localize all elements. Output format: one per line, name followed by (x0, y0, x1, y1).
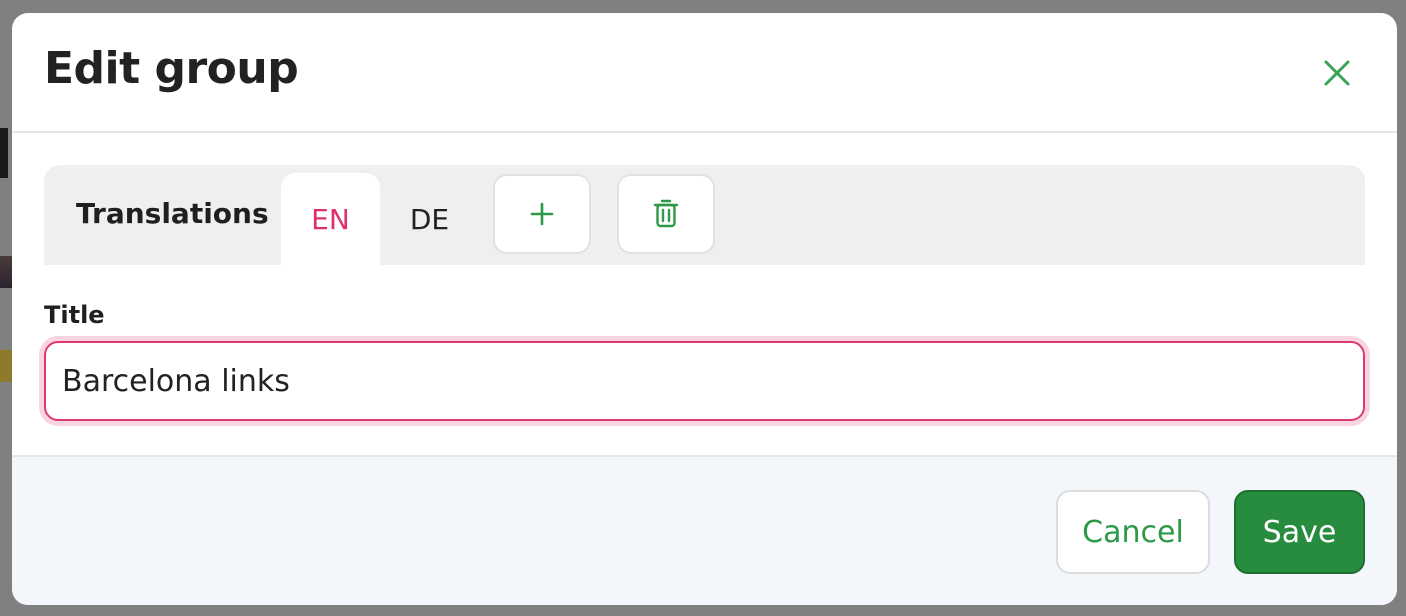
trash-icon (653, 199, 679, 228)
close-icon (1324, 60, 1350, 86)
title-input[interactable] (62, 363, 1363, 399)
dialog-footer: Cancel Save (12, 455, 1397, 605)
add-translation-button[interactable] (493, 174, 591, 254)
translations-tabbar: Translations EN DE (44, 165, 1365, 265)
edit-group-dialog: Edit group Translations EN DE Title Barc… (12, 13, 1397, 605)
tab-en[interactable]: EN (281, 173, 380, 265)
plus-icon (530, 202, 554, 226)
background-thumbnail (0, 256, 12, 288)
background-thumbnail (0, 350, 12, 382)
background-page-fragment (0, 128, 8, 178)
tab-de[interactable]: DE (380, 173, 479, 265)
save-button[interactable]: Save (1234, 490, 1365, 574)
title-field-wrapper (44, 341, 1365, 421)
delete-translation-button[interactable] (617, 174, 715, 254)
close-button[interactable] (1317, 53, 1357, 93)
dialog-body: Translations EN DE Title (12, 133, 1397, 455)
translations-label: Translations (76, 197, 269, 230)
dialog-title: Edit group (44, 43, 299, 94)
dialog-header: Edit group (12, 13, 1397, 133)
title-field-label: Title (44, 301, 105, 329)
cancel-button[interactable]: Cancel (1056, 490, 1210, 574)
